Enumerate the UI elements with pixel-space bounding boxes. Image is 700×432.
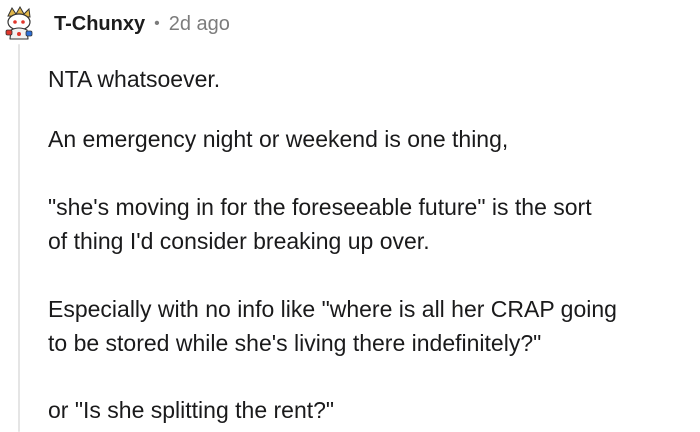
paragraph-line: NTA whatsoever.: [48, 66, 221, 92]
paragraph-line: to be stored while she's living there in…: [48, 330, 542, 356]
paragraph-line: Especially with no info like "where is a…: [48, 296, 617, 322]
paragraph-line: of thing I'd consider breaking up over.: [48, 228, 430, 254]
comment-timestamp[interactable]: 2d ago: [169, 10, 230, 38]
thread-line[interactable]: [18, 44, 20, 432]
paragraph-line: or "Is she splitting the rent?": [48, 397, 335, 423]
comment-paragraph: An emergency night or weekend is one thi…: [48, 122, 508, 156]
comment-paragraph: or "Is she splitting the rent?": [48, 393, 334, 427]
snoo-avatar-icon: [0, 4, 38, 42]
paragraph-line: An emergency night or weekend is one thi…: [48, 126, 509, 152]
separator-dot: •: [154, 15, 160, 32]
avatar[interactable]: [0, 4, 38, 42]
comment-paragraph: Especially with no info like "where is a…: [48, 292, 617, 360]
author-username[interactable]: T-Chunxy: [54, 10, 145, 38]
comment-header: T-Chunxy • 2d ago: [54, 10, 230, 38]
comment: T-Chunxy • 2d ago NTA whatsoever. An eme…: [0, 0, 700, 432]
comment-paragraph: NTA whatsoever.: [48, 62, 220, 96]
comment-paragraph: "she's moving in for the foreseeable fut…: [48, 190, 592, 258]
paragraph-line: "she's moving in for the foreseeable fut…: [48, 194, 592, 220]
